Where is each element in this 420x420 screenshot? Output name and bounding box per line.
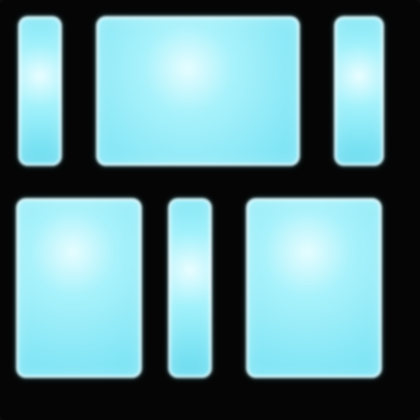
tile-top-left-narrow [18,16,62,166]
tile-bottom-right-wide [246,198,382,378]
tile-bottom-left-wide [16,198,142,378]
tile-top-center-wide [96,16,300,166]
tile-bottom-center-narrow [168,198,212,378]
tile-top-right-narrow [334,16,384,166]
grid-layout-icon [0,0,420,420]
